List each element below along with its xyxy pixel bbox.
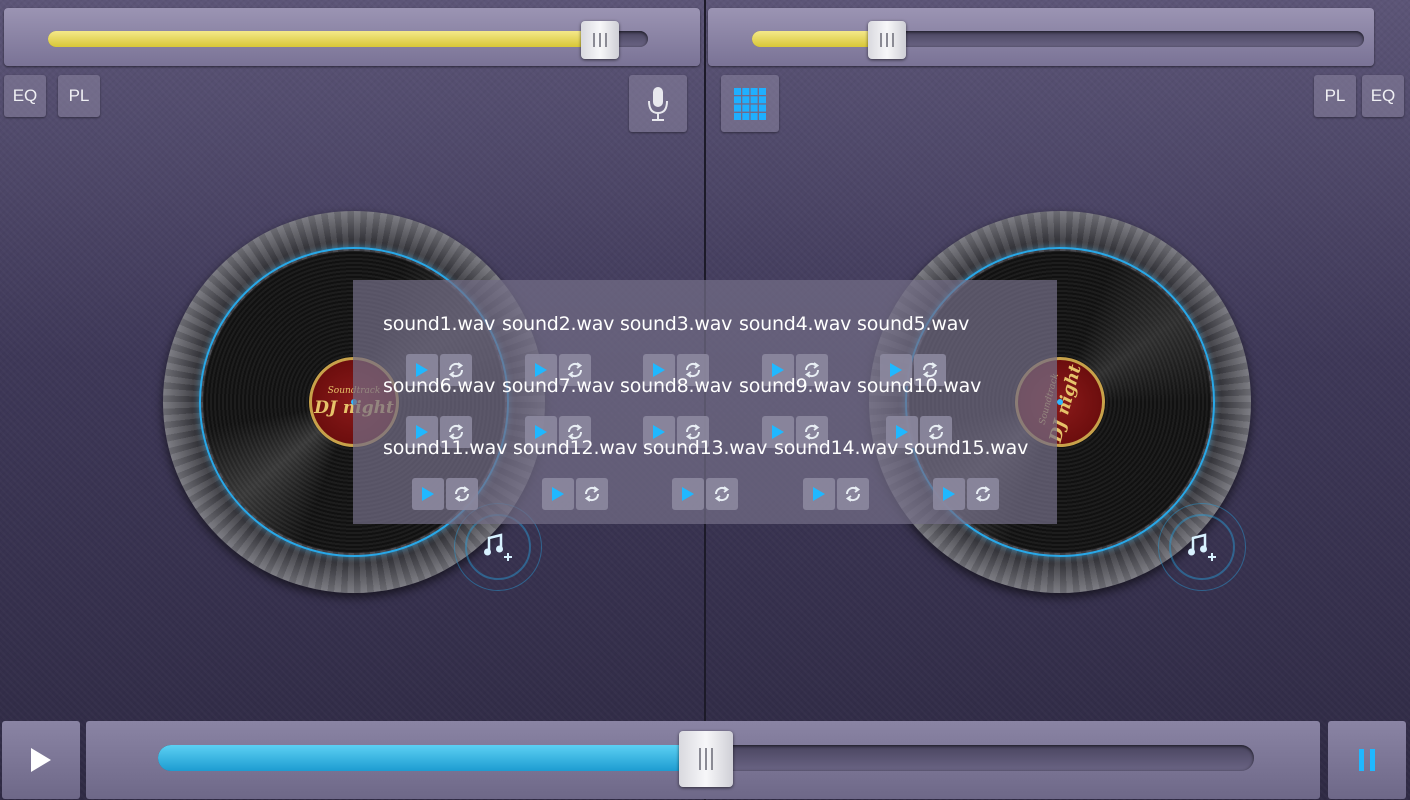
- left-playlist-button[interactable]: PL: [58, 75, 100, 117]
- play-icon: [31, 748, 51, 772]
- sound-name-11: sound11.wav: [383, 437, 508, 459]
- sound-name-12: sound12.wav: [513, 437, 638, 459]
- loop-icon: [976, 486, 991, 502]
- sound-name-15: sound15.wav: [904, 437, 1029, 459]
- left-pitch-bar: [4, 8, 700, 66]
- left-pitch-slider[interactable]: [48, 31, 648, 47]
- sound-12-loop-button[interactable]: [576, 478, 609, 510]
- right-pitch-fill: [752, 31, 887, 47]
- sound-name-13: sound13.wav: [643, 437, 768, 459]
- sound-name-5: sound5.wav: [857, 313, 970, 335]
- sound-name-2: sound2.wav: [502, 313, 615, 335]
- right-pitch-bar: [708, 8, 1374, 66]
- microphone-icon: [648, 86, 668, 121]
- right-add-music-button[interactable]: [1158, 503, 1246, 591]
- right-eq-button[interactable]: EQ: [1362, 75, 1404, 117]
- left-pitch-handle[interactable]: [581, 21, 619, 59]
- sound-15-loop-button[interactable]: [967, 478, 1000, 510]
- right-pitch-slider[interactable]: [752, 31, 1364, 47]
- sound-name-9: sound9.wav: [739, 375, 852, 397]
- pause-button[interactable]: [1328, 721, 1406, 799]
- play-icon: [813, 487, 826, 501]
- sound-13-loop-button[interactable]: [706, 478, 739, 510]
- sampler-grid-button[interactable]: [721, 75, 779, 132]
- sound-15-play-button[interactable]: [933, 478, 966, 510]
- sound-name-10: sound10.wav: [857, 375, 982, 397]
- sound-name-4: sound4.wav: [739, 313, 852, 335]
- sound-12-play-button[interactable]: [542, 478, 575, 510]
- right-spindle: [1057, 399, 1063, 405]
- loop-icon: [715, 486, 730, 502]
- sound-13-play-button[interactable]: [672, 478, 705, 510]
- sound-11-play-button[interactable]: [412, 478, 445, 510]
- play-icon: [422, 487, 435, 501]
- microphone-button[interactable]: [629, 75, 687, 132]
- loop-icon: [455, 486, 470, 502]
- sound-name-1: sound1.wav: [383, 313, 496, 335]
- sound-name-14: sound14.wav: [774, 437, 899, 459]
- left-eq-button[interactable]: EQ: [4, 75, 46, 117]
- sound-14-play-button[interactable]: [803, 478, 836, 510]
- crossfader-bar: [86, 721, 1320, 799]
- play-icon: [682, 487, 695, 501]
- loop-icon: [846, 486, 861, 502]
- loop-icon: [585, 486, 600, 502]
- sound-14-loop-button[interactable]: [837, 478, 870, 510]
- sound-name-8: sound8.wav: [620, 375, 733, 397]
- play-button[interactable]: [2, 721, 80, 799]
- add-music-icon: [484, 533, 512, 561]
- sound-11-loop-button[interactable]: [446, 478, 479, 510]
- left-pitch-fill: [48, 31, 600, 47]
- right-pitch-handle[interactable]: [867, 21, 906, 59]
- play-icon: [552, 487, 565, 501]
- sound-name-3: sound3.wav: [620, 313, 733, 335]
- right-playlist-button[interactable]: PL: [1314, 75, 1356, 117]
- add-music-icon: [1188, 533, 1216, 561]
- crossfader-fill: [158, 745, 706, 771]
- sound-name-6: sound6.wav: [383, 375, 496, 397]
- pause-icon: [1359, 749, 1375, 771]
- crossfader-handle[interactable]: [679, 731, 733, 787]
- play-icon: [943, 487, 956, 501]
- sampler-grid-icon: [734, 87, 766, 120]
- sampler-panel: sound1.wav sound2.wav sound3.wav sound4.wav…: [353, 280, 1057, 524]
- sound-name-7: sound7.wav: [502, 375, 615, 397]
